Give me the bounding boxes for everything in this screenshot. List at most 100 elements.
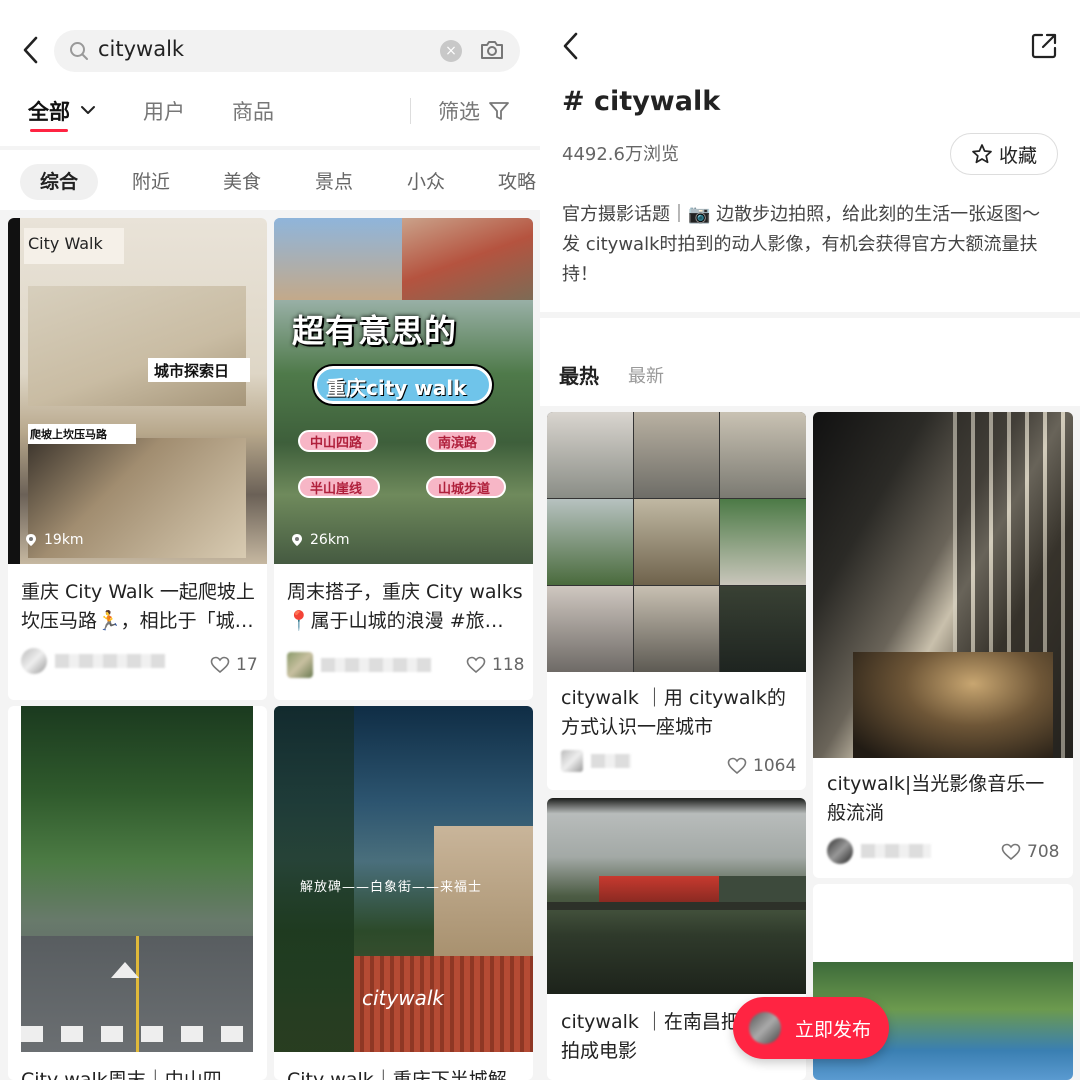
heart-icon — [1001, 843, 1021, 861]
note-card[interactable]: City walk周末｜中山四 — [8, 706, 267, 1080]
cover-text: 中山四路 — [310, 436, 363, 451]
filter-icon[interactable] — [488, 100, 510, 122]
tab-users[interactable]: 用户 — [143, 96, 185, 126]
filter-label[interactable]: 筛选 — [438, 96, 480, 126]
tab-all[interactable]: 全部 — [28, 96, 70, 126]
cover-text: 山城步道 — [438, 482, 491, 497]
topic-description: 官方摄影话题｜📷 边散步边拍照，给此刻的生活一张返图～ 发 citywalk时拍… — [562, 204, 1041, 285]
distance-badge: 26km — [290, 532, 350, 548]
avatar — [749, 1012, 781, 1044]
note-cover-image: 超有意思的 重庆city walk 中山四路 南滨路 半山崖线 山城步道 26k… — [274, 218, 533, 564]
search-type-tabs: 全部 用户 商品 筛选 — [0, 92, 540, 140]
chip-nearby[interactable]: 附近 — [112, 164, 190, 200]
cover-text: 城市探索日 — [154, 362, 230, 380]
back-arrow-icon[interactable] — [16, 30, 46, 70]
note-cover-image: City Walk 城市探索日 爬坡上坎压马路 19km — [8, 218, 267, 564]
like-count[interactable]: 708 — [1001, 842, 1059, 862]
chip-niche[interactable]: 小众 — [387, 164, 465, 200]
note-author — [561, 746, 631, 776]
avatar — [287, 652, 313, 678]
heart-icon — [210, 656, 230, 674]
camera-icon[interactable] — [479, 38, 505, 62]
topic-header: # citywalk 4492.6万浏览 收藏 官方摄影话题｜📷 边散步边拍照，… — [540, 0, 1080, 312]
note-title: City walk｜重庆下半城解 — [287, 1069, 507, 1080]
category-chips: 综合 附近 美食 景点 小众 攻略 — [0, 150, 540, 210]
chip-food[interactable]: 美食 — [203, 164, 281, 200]
note-cover-image — [547, 798, 806, 994]
clear-icon[interactable]: × — [440, 40, 462, 62]
like-count-text: 118 — [492, 655, 525, 675]
like-count[interactable]: 118 — [466, 655, 524, 675]
location-pin-icon — [292, 534, 302, 546]
like-count[interactable]: 17 — [210, 655, 258, 675]
note-cover-image — [21, 706, 253, 1052]
active-tab-indicator — [30, 129, 68, 132]
share-icon[interactable] — [1030, 32, 1058, 60]
back-arrow-icon[interactable] — [556, 26, 586, 66]
note-card[interactable]: 超有意思的 重庆city walk 中山四路 南滨路 半山崖线 山城步道 26k… — [274, 218, 533, 700]
heart-icon — [466, 656, 486, 674]
note-title: 周末搭子，重庆 City walks📍属于山城的浪漫 #旅… — [287, 581, 523, 632]
heart-icon — [727, 757, 747, 775]
search-icon — [70, 42, 88, 60]
cover-text: 爬坡上坎压马路 — [30, 428, 107, 441]
like-count[interactable]: 1064 — [727, 756, 796, 776]
like-count-text: 17 — [236, 655, 258, 675]
note-author — [287, 650, 431, 680]
search-header: citywalk × 全部 用户 商品 筛选 — [0, 0, 540, 146]
sort-tabs: 最热 最新 — [540, 318, 1080, 406]
author-name-blurred — [321, 658, 431, 672]
like-count-text: 708 — [1027, 842, 1060, 862]
chip-comprehensive[interactable]: 综合 — [20, 164, 98, 200]
favorite-button[interactable]: 收藏 — [950, 133, 1058, 175]
chip-guides[interactable]: 攻略 — [478, 164, 540, 200]
distance-badge: 19km — [24, 532, 84, 548]
note-title: citywalk|当光影像音乐一般流淌 — [827, 773, 1045, 824]
avatar — [561, 750, 583, 772]
topic-title: # citywalk — [562, 86, 721, 117]
cover-text: 重庆city walk — [326, 376, 467, 400]
distance-text: 19km — [44, 532, 84, 548]
note-cover-image — [547, 412, 806, 672]
note-card[interactable]: 解放碑——白象街——来福士 citywalk City walk｜重庆下半城解 — [274, 706, 533, 1080]
star-icon — [972, 144, 992, 164]
cover-text: City Walk — [28, 234, 103, 253]
note-card[interactable]: citywalk|当光影像音乐一般流淌 708 — [813, 412, 1073, 878]
search-query: citywalk — [98, 37, 185, 61]
cover-text: citywalk — [362, 986, 444, 1010]
search-input[interactable]: citywalk × — [54, 30, 520, 72]
topic-page-panel: # citywalk 4492.6万浏览 收藏 官方摄影话题｜📷 边散步边拍照，… — [540, 0, 1080, 1080]
view-count: 4492.6万浏览 — [562, 144, 679, 165]
search-results-panel: citywalk × 全部 用户 商品 筛选 综合 附近 美食 景点 小众 攻略… — [0, 0, 540, 1080]
avatar — [827, 838, 853, 864]
like-count-text: 1064 — [753, 756, 797, 776]
location-pin-icon — [26, 534, 36, 546]
publish-button[interactable]: 立即发布 — [733, 997, 889, 1059]
cover-headline: 超有意思的 — [292, 312, 458, 350]
avatar — [21, 648, 47, 674]
distance-text: 26km — [310, 532, 350, 548]
note-cover-image — [813, 412, 1073, 758]
note-title: 重庆 City Walk 一起爬坡上坎压马路🏃，相比于「城… — [21, 581, 255, 632]
author-name-blurred — [861, 844, 931, 858]
chevron-down-icon[interactable] — [80, 104, 96, 116]
cover-text: 半山崖线 — [310, 482, 363, 497]
note-card[interactable]: citywalk ｜用 citywalk的方式认识一座城市 1064 — [547, 412, 806, 790]
note-title: citywalk ｜用 citywalk的方式认识一座城市 — [561, 687, 786, 738]
author-name-blurred — [55, 654, 165, 668]
publish-label: 立即发布 — [795, 1018, 872, 1041]
favorite-label: 收藏 — [998, 144, 1037, 167]
note-cover-image: 解放碑——白象街——来福士 citywalk — [274, 706, 533, 1052]
tab-latest[interactable]: 最新 — [628, 362, 664, 388]
cover-text: 南滨路 — [438, 436, 478, 451]
author-name-blurred — [591, 754, 631, 768]
chip-attractions[interactable]: 景点 — [295, 164, 373, 200]
divider — [410, 98, 411, 124]
note-author — [21, 646, 165, 676]
note-title: City walk周末｜中山四 — [21, 1069, 222, 1080]
tab-products[interactable]: 商品 — [232, 96, 274, 126]
note-author — [827, 836, 931, 866]
tab-hottest[interactable]: 最热 — [559, 360, 599, 389]
note-card[interactable]: City Walk 城市探索日 爬坡上坎压马路 19km 重庆 City Wal… — [8, 218, 267, 700]
cover-text: 解放碑——白象街——来福士 — [300, 880, 483, 895]
